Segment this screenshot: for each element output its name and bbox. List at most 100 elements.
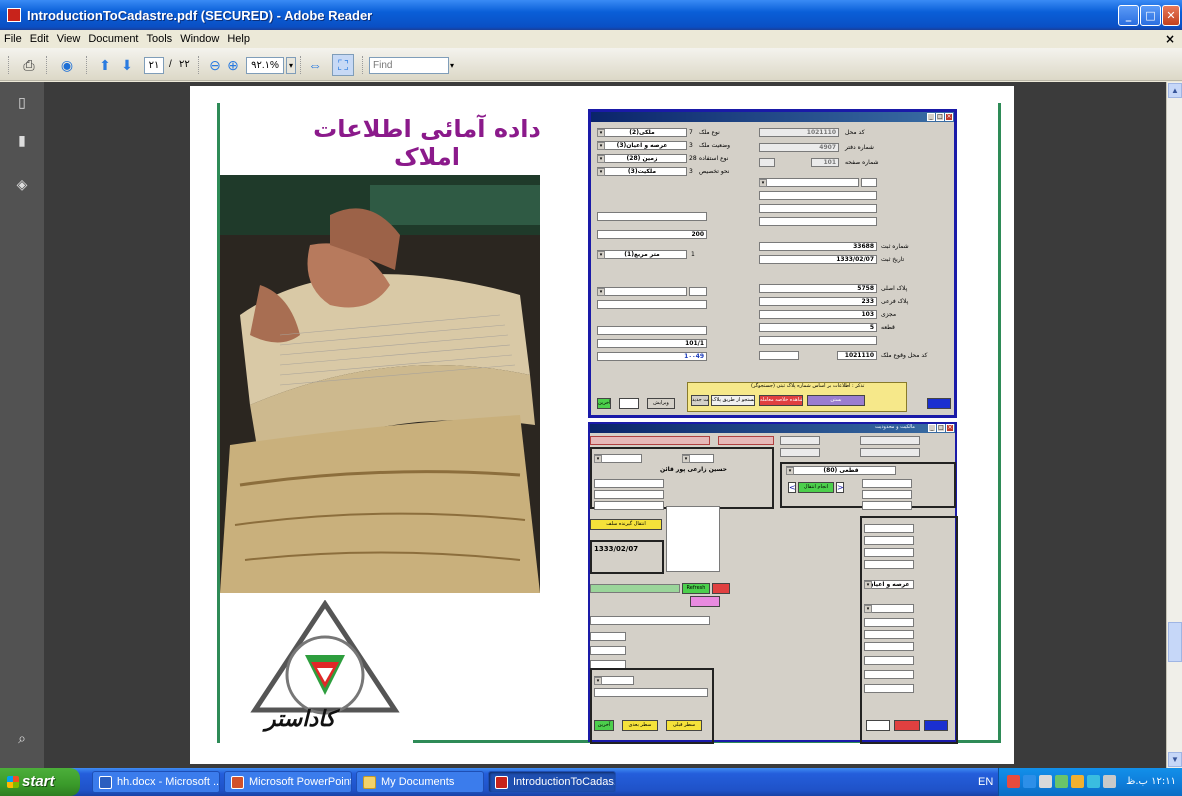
clock[interactable]: ١٢:١١ ب.ظ — [1126, 776, 1176, 787]
field-document-number[interactable] — [597, 300, 707, 309]
field-location-code-2[interactable] — [759, 351, 799, 360]
pages-icon[interactable]: ▯ — [14, 94, 30, 112]
zoom-dropdown-icon[interactable]: ▾ — [286, 57, 296, 74]
blue-action-button-2[interactable] — [924, 720, 948, 731]
attachments-icon[interactable]: ⌕ — [14, 730, 30, 748]
unit-dropdown-icon[interactable]: ▾ — [597, 251, 605, 259]
refresh-button[interactable]: Refresh — [682, 583, 710, 594]
share-total-field[interactable] — [864, 630, 914, 639]
record-counter[interactable] — [619, 398, 639, 409]
field-ref-book[interactable]: 1٠٠49 — [597, 352, 707, 361]
field-section-code[interactable] — [861, 178, 877, 187]
nationality-field[interactable] — [594, 501, 664, 510]
page-count-button[interactable] — [866, 720, 890, 731]
summary-button[interactable]: مشاهده خلاصه معامله — [759, 395, 803, 406]
scroll-thumb[interactable] — [1168, 622, 1182, 662]
field-page-number[interactable]: 101 — [811, 158, 839, 167]
field-sub-plaque[interactable]: 233 — [759, 297, 877, 306]
field-property-location-code[interactable]: 1021110 — [837, 351, 877, 360]
issue-place-field[interactable] — [594, 490, 664, 499]
previous-arrow-button[interactable]: < — [788, 482, 796, 493]
field-registration-number[interactable]: 33688 — [759, 242, 877, 251]
field-e[interactable] — [864, 670, 914, 679]
blue-action-button[interactable] — [927, 398, 951, 409]
field-registrar[interactable] — [759, 217, 877, 226]
form2-maximize-button[interactable]: □ — [937, 424, 945, 432]
scroll-up-icon[interactable]: ▲ — [1168, 83, 1182, 98]
red-action-button[interactable] — [894, 720, 920, 731]
next-page-icon[interactable]: ⬇ — [116, 54, 138, 76]
sub-share-dropdown-icon[interactable]: ▾ — [594, 677, 602, 685]
minimize-button[interactable]: _ — [1118, 5, 1139, 26]
document-office-dropdown-icon[interactable]: ▾ — [597, 288, 605, 296]
menu-file[interactable]: File — [0, 30, 26, 45]
combo-property-status[interactable]: عرصه و اعیان(3) — [597, 141, 687, 150]
owner-dropdown-icon[interactable]: ▾ — [594, 455, 602, 463]
combo-usage-type[interactable]: زمین (28) — [597, 154, 687, 163]
tray-icon-6[interactable] — [1087, 775, 1100, 788]
page-number-input[interactable]: ٢١ — [144, 57, 164, 74]
share-number-field[interactable] — [862, 479, 912, 488]
field-document-office[interactable] — [597, 287, 687, 296]
form2-close-button[interactable]: × — [946, 424, 954, 432]
field-separated[interactable]: 103 — [759, 310, 877, 319]
allocation-dropdown-icon[interactable]: ▾ — [597, 168, 605, 176]
transfer-type-dropdown-icon[interactable]: ▾ — [864, 581, 872, 589]
title-bar[interactable]: IntroductionToCadastre.pdf (SECURED) - A… — [0, 0, 1182, 30]
menu-help[interactable]: Help — [223, 30, 254, 45]
field-document-office-code[interactable] — [689, 287, 707, 296]
zoom-input[interactable]: ٩٢.١% — [246, 57, 284, 74]
ownership-page-number[interactable] — [860, 448, 920, 457]
building-type-dropdown-icon[interactable]: ▾ — [864, 605, 872, 613]
collaborate-icon[interactable]: ◉ — [56, 54, 78, 76]
next-row-button[interactable]: سطر بعدی — [622, 720, 658, 731]
tray-icon-4[interactable] — [1055, 775, 1068, 788]
zoom-in-icon[interactable]: ⊕ — [222, 54, 244, 76]
menu-edit[interactable]: Edit — [26, 30, 53, 45]
share-date-field[interactable] — [862, 490, 912, 499]
tray-icon-5[interactable] — [1071, 775, 1084, 788]
tray-icon-1[interactable] — [1007, 775, 1020, 788]
ownership-location-code[interactable] — [860, 436, 920, 445]
field-section[interactable] — [759, 178, 859, 187]
field-area[interactable]: 200 — [597, 230, 707, 239]
form-maximize-button[interactable]: □ — [936, 113, 944, 121]
volume-icon[interactable] — [1023, 775, 1036, 788]
print-icon[interactable]: ⎙ — [18, 54, 40, 76]
national-id-field[interactable] — [594, 479, 664, 488]
combo-unit[interactable]: متر مربع(1) — [597, 250, 687, 259]
scroll-down-icon[interactable]: ▼ — [1168, 752, 1182, 767]
field-ref-page[interactable]: 101/1 — [597, 339, 707, 348]
previous-row-button[interactable]: سطر قبلی — [666, 720, 702, 731]
task-powerpoint[interactable]: Microsoft PowerPoint ... — [224, 771, 352, 793]
vertical-scrollbar[interactable]: ▲ ▼ — [1166, 82, 1182, 768]
field-floor[interactable] — [597, 212, 707, 221]
maximize-button[interactable]: □ — [1140, 5, 1161, 26]
red-button[interactable] — [712, 583, 730, 594]
exit-button[interactable]: بستن — [807, 395, 865, 406]
residence-field[interactable] — [864, 642, 914, 651]
transfer-number-field[interactable] — [590, 632, 626, 641]
section-dropdown-icon[interactable]: ▾ — [759, 179, 767, 187]
share-part-field[interactable] — [864, 618, 914, 627]
fit-width-icon[interactable]: ⇔ — [304, 54, 326, 76]
task-word[interactable]: hh.docx - Microsoft ... — [92, 771, 220, 793]
menu-document[interactable]: Document — [84, 30, 142, 45]
field-location-code[interactable]: 1021110 — [759, 128, 839, 137]
document-close-icon[interactable]: × — [1165, 32, 1175, 46]
new-button[interactable]: ثبت جدید — [691, 395, 709, 406]
field-from-page[interactable] — [759, 191, 877, 200]
last-record-button[interactable]: آخرین — [597, 398, 611, 409]
share-combo[interactable]: قطعی (80) — [786, 466, 896, 475]
field-f[interactable] — [864, 684, 914, 693]
field-district[interactable] — [759, 336, 877, 345]
form-close-button[interactable]: × — [945, 113, 953, 121]
last-row-button[interactable]: آخرین — [594, 720, 614, 731]
transfer-date-field[interactable] — [590, 646, 626, 655]
combo-property-type[interactable]: ملکی(2) — [597, 128, 687, 137]
edit-button[interactable]: ویرایش — [647, 398, 675, 409]
previous-owner-button[interactable] — [690, 596, 720, 607]
field-main-plaque[interactable]: 5758 — [759, 284, 877, 293]
field-from-book[interactable] — [759, 204, 877, 213]
find-input[interactable]: Find — [369, 57, 449, 74]
